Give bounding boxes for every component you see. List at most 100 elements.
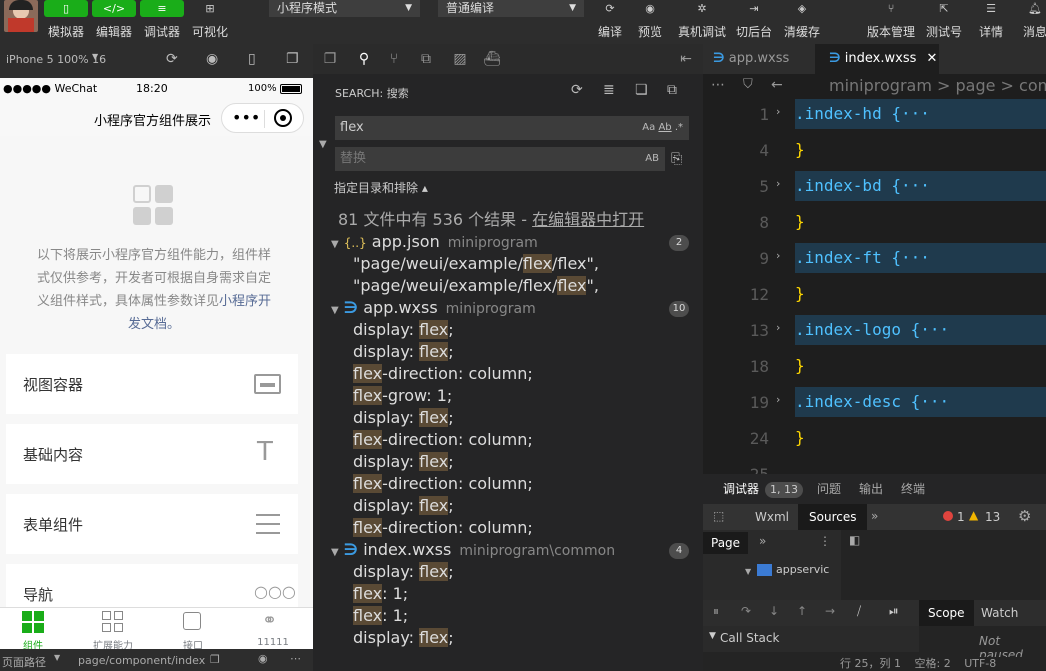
source-control-icon[interactable]: ⑂: [385, 50, 403, 68]
result-line[interactable]: display: flex;: [353, 342, 454, 364]
tab-debugger[interactable]: 调试器: [723, 474, 759, 504]
visual-toggle-button[interactable]: ⊞ 可视化: [188, 0, 232, 44]
extensions-icon[interactable]: ⧉: [417, 50, 435, 68]
tab-output[interactable]: 输出: [859, 474, 883, 504]
code-line[interactable]: .index-bd {···: [795, 171, 930, 201]
close-circle-icon[interactable]: [274, 109, 292, 127]
expand-icon[interactable]: ▼: [745, 567, 751, 576]
call-stack-section[interactable]: ▼ Call Stack: [703, 626, 919, 652]
tree-item-appservice[interactable]: appservic: [776, 563, 829, 576]
background-button[interactable]: ⇥ 切后台: [733, 0, 775, 44]
tab-scope[interactable]: Scope: [919, 600, 974, 626]
tab-watch[interactable]: Watch: [981, 606, 1018, 620]
inspect-icon[interactable]: ⬚: [713, 509, 724, 523]
code-line[interactable]: }: [795, 423, 805, 453]
fold-chevron-icon[interactable]: ›: [776, 249, 780, 262]
code-line[interactable]: .index-desc {···: [795, 387, 949, 417]
menu-vertical-icon[interactable]: ⋮: [819, 534, 831, 548]
compile-button[interactable]: ⟳ 编译: [590, 0, 630, 44]
result-file[interactable]: ▼ ∋ app.wxss miniprogram: [331, 298, 691, 320]
more-tabs-icon[interactable]: »: [759, 534, 766, 548]
copy-icon[interactable]: ❐: [210, 653, 220, 666]
tab-11111[interactable]: ⚭ 11111: [234, 608, 312, 652]
step-icon[interactable]: →: [825, 604, 835, 618]
window-icon[interactable]: ❐: [286, 51, 299, 67]
open-in-editor-link[interactable]: 在编辑器中打开: [532, 210, 644, 229]
remote-debug-button[interactable]: ✲ 真机调试: [674, 0, 730, 44]
preview-button[interactable]: ◉ 预览: [630, 0, 670, 44]
indent-setting[interactable]: 空格: 2: [915, 657, 951, 670]
version-button[interactable]: ⑂ 版本管理: [864, 0, 918, 44]
code-line[interactable]: }: [795, 207, 805, 237]
tab-sources[interactable]: Sources: [798, 504, 868, 530]
scope-toggle[interactable]: 指定目录和排除 ▴: [334, 179, 428, 196]
code-line[interactable]: }: [795, 351, 805, 381]
back-icon[interactable]: ←: [771, 77, 783, 93]
code-line[interactable]: .index-hd {···: [795, 99, 930, 129]
docker-icon[interactable]: ⛴: [483, 50, 501, 68]
result-file[interactable]: ▼ {..} app.json miniprogram: [331, 232, 691, 254]
more-icon[interactable]: ⋯: [711, 77, 725, 93]
image-icon[interactable]: ▨: [451, 50, 469, 68]
capsule-menu[interactable]: •••: [221, 103, 304, 133]
code-line[interactable]: }: [795, 135, 805, 165]
pause-icon[interactable]: ⏸: [713, 604, 719, 619]
tab-page[interactable]: Page: [703, 532, 749, 554]
step-over-icon[interactable]: ↷: [741, 604, 751, 618]
replace-all-icon[interactable]: ⎘: [671, 151, 682, 167]
toggle-replace-icon[interactable]: ▼: [319, 139, 327, 150]
result-line[interactable]: display: flex;: [353, 562, 454, 584]
collapse-panel-icon[interactable]: ⇤: [677, 50, 695, 68]
tab-extensions[interactable]: 扩展能力: [74, 608, 152, 652]
close-icon[interactable]: ✕: [927, 51, 938, 66]
editor-toggle-button[interactable]: </> 编辑器: [92, 0, 136, 44]
phone-icon[interactable]: ▯: [248, 51, 256, 67]
tab-api[interactable]: 接口: [154, 608, 232, 652]
result-line[interactable]: flex-direction: column;: [353, 518, 533, 540]
result-line[interactable]: display: flex;: [353, 628, 454, 650]
search-input[interactable]: flex Aa Ab .*: [335, 116, 689, 140]
more-tabs-icon[interactable]: »: [871, 509, 878, 523]
result-line[interactable]: "page/weui/example/flex/flex",: [353, 276, 599, 298]
more-icon[interactable]: ⋯: [290, 652, 301, 665]
deactivate-breakpoints-icon[interactable]: ⧸: [857, 604, 861, 619]
pause-exceptions-icon[interactable]: ⏯: [889, 604, 899, 619]
encoding-setting[interactable]: UTF-8: [964, 657, 996, 670]
fold-chevron-icon[interactable]: ›: [776, 393, 780, 406]
test-account-button[interactable]: ⇱ 测试号: [922, 0, 966, 44]
result-line[interactable]: "page/weui/example/flex/flex",: [353, 254, 599, 276]
mode-select[interactable]: 小程序模式 ▼: [269, 0, 420, 17]
page-path[interactable]: page/component/index: [78, 654, 205, 667]
cursor-position[interactable]: 行 25，列 1: [840, 657, 901, 670]
more-dots-icon[interactable]: •••: [232, 108, 260, 127]
settings-gear-icon[interactable]: ⚙: [1018, 507, 1031, 525]
tab-app-wxss[interactable]: ∋ app.wxss: [703, 44, 813, 74]
details-button[interactable]: ☰ 详情: [974, 0, 1008, 44]
code-line[interactable]: .index-ft {···: [795, 243, 930, 273]
tab-components[interactable]: 组件: [0, 608, 78, 652]
toggle-navigator-icon[interactable]: ◧: [849, 533, 860, 547]
result-line[interactable]: display: flex;: [353, 452, 454, 474]
avatar[interactable]: [4, 0, 38, 32]
menu-item-form[interactable]: 表单组件: [6, 494, 298, 554]
explorer-icon[interactable]: ❐: [321, 50, 339, 68]
result-line[interactable]: flex-grow: 1;: [353, 386, 452, 408]
result-file[interactable]: ▼ ∋ index.wxss miniprogram\common: [331, 540, 691, 562]
search-icon[interactable]: ⚲: [355, 50, 373, 68]
step-into-icon[interactable]: ↓: [769, 604, 779, 618]
result-line[interactable]: flex-direction: column;: [353, 474, 533, 496]
menu-item-view-container[interactable]: 视图容器: [6, 354, 298, 414]
debugger-toggle-button[interactable]: ≡ 调试器: [140, 0, 184, 44]
result-line[interactable]: display: flex;: [353, 408, 454, 430]
fold-chevron-icon[interactable]: ›: [776, 177, 780, 190]
chevron-down-icon[interactable]: ▼: [54, 653, 60, 662]
preserve-case-icon[interactable]: AB: [645, 147, 659, 171]
result-line[interactable]: flex: 1;: [353, 584, 408, 606]
compile-select[interactable]: 普通编译 ▼: [438, 0, 584, 17]
refresh-icon[interactable]: ⟳: [571, 82, 583, 98]
simulator-toggle-button[interactable]: ▯ 模拟器: [44, 0, 88, 44]
tab-issues[interactable]: 问题: [817, 474, 841, 504]
new-search-editor-icon[interactable]: ❏: [635, 82, 648, 98]
fold-chevron-icon[interactable]: ›: [776, 105, 780, 118]
code-line[interactable]: }: [795, 279, 805, 309]
